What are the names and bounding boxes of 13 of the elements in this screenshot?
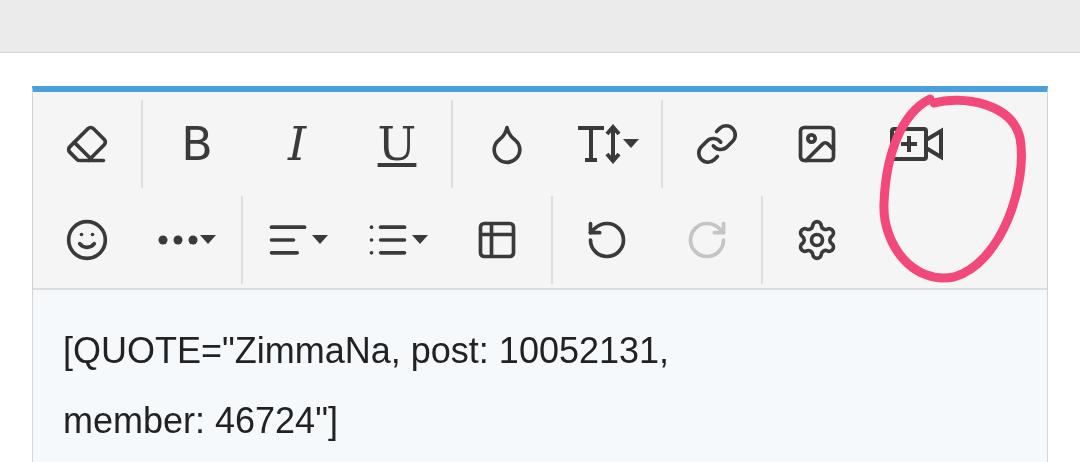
caret-icon — [623, 139, 639, 149]
bold-button[interactable]: B — [147, 104, 247, 184]
text-size-icon — [575, 122, 621, 166]
caret-icon — [412, 235, 428, 245]
italic-button[interactable]: I — [247, 104, 347, 184]
caret-icon — [200, 235, 216, 245]
caret-icon — [312, 235, 328, 245]
smiley-icon — [65, 218, 109, 262]
more-icon — [158, 235, 198, 245]
video-plus-icon — [890, 126, 944, 162]
underline-button[interactable]: U — [347, 104, 447, 184]
link-icon — [695, 122, 739, 166]
editor-text[interactable]: [QUOTE="ZimmaNa, post: 10052131, member: 46724"] — [33, 290, 1047, 462]
